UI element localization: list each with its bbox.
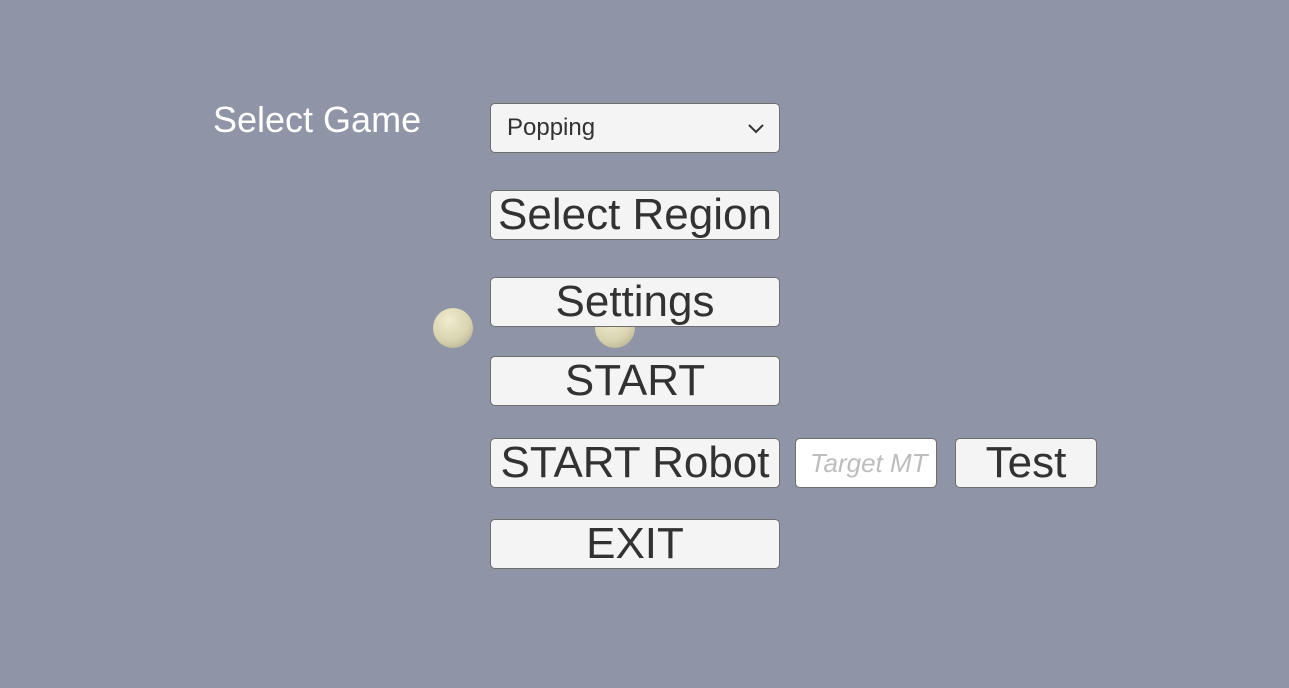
select-region-button[interactable]: Select Region	[490, 190, 780, 240]
chevron-down-icon	[748, 124, 764, 134]
exit-button[interactable]: EXIT	[490, 519, 780, 569]
select-game-label: Select Game	[213, 99, 422, 140]
sphere-decoration	[433, 308, 473, 348]
start-robot-button[interactable]: START Robot	[490, 438, 780, 488]
start-button[interactable]: START	[490, 356, 780, 406]
test-button[interactable]: Test	[955, 438, 1097, 488]
game-dropdown[interactable]: Popping	[490, 103, 780, 153]
game-dropdown-value: Popping	[507, 114, 596, 141]
target-mt-input[interactable]: Target MT	[795, 438, 937, 488]
settings-button[interactable]: Settings	[490, 277, 780, 327]
